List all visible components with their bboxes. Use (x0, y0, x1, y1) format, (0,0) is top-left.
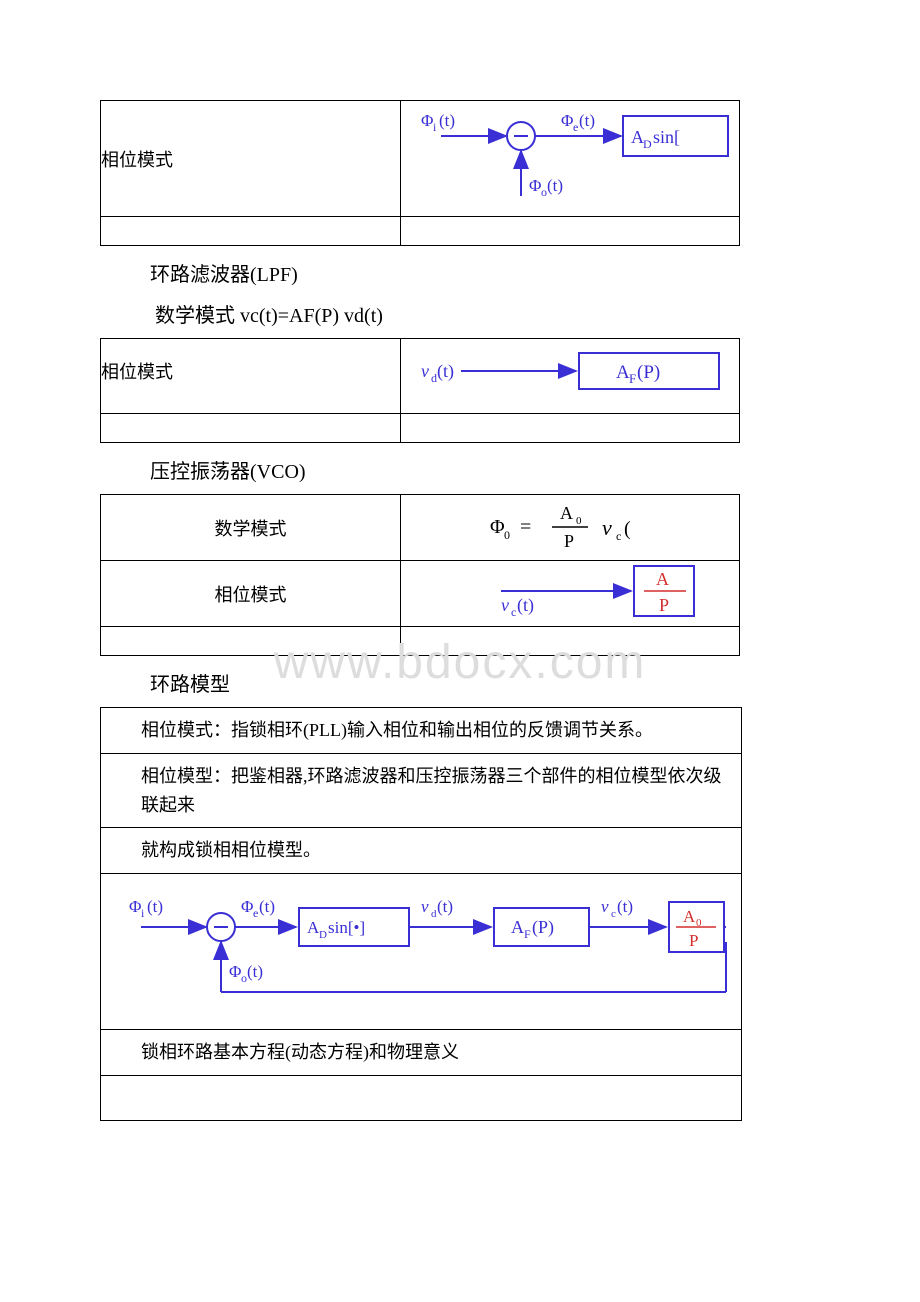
svg-text:c: c (616, 529, 621, 543)
svg-text:(P): (P) (532, 917, 554, 938)
svg-text:(t): (t) (147, 897, 163, 916)
svg-text:0: 0 (576, 515, 582, 527)
info-row2: 相位模型：把鉴相器,环路滤波器和压控振荡器三个部件的相位模型依次级联起来 (101, 753, 742, 828)
svg-text:0: 0 (504, 528, 510, 542)
svg-text:v: v (602, 515, 612, 540)
svg-text:(t): (t) (439, 111, 455, 130)
svg-text:(t): (t) (247, 962, 263, 981)
svg-text:D: D (319, 929, 327, 941)
svg-text:i: i (141, 906, 145, 920)
svg-text:Φ: Φ (421, 111, 433, 130)
svg-text:A: A (511, 917, 524, 937)
t1-label: 相位模式 (101, 101, 401, 217)
svg-text:Φ: Φ (241, 897, 253, 916)
info-row3: 就构成锁相相位模型。 (101, 828, 742, 874)
svg-text:v: v (601, 897, 609, 916)
svg-text:F: F (524, 927, 531, 941)
svg-text:v: v (421, 897, 429, 916)
t2-label: 相位模式 (101, 339, 401, 414)
loop-heading: 环路模型 (150, 668, 820, 697)
lpf-diagram: v d (t) A F (P) (401, 349, 731, 399)
svg-text:(t): (t) (437, 361, 454, 382)
svg-text:Φ: Φ (129, 897, 141, 916)
svg-text:=: = (520, 516, 531, 538)
info-empty-row (101, 1075, 742, 1120)
svg-text:F: F (629, 371, 636, 386)
svg-text:A: A (656, 569, 669, 589)
svg-text:Φ: Φ (529, 176, 541, 195)
info-row5: 锁相环路基本方程(动态方程)和物理意义 (101, 1029, 742, 1075)
svg-text:e: e (573, 120, 578, 134)
vco-table: 数学模式 Φ 0 = A 0 P v c ( 相位模式 (100, 494, 740, 656)
svg-text:P: P (689, 931, 698, 950)
svg-text:(t): (t) (579, 111, 595, 130)
svg-text:c: c (511, 605, 516, 619)
svg-text:c: c (611, 908, 616, 920)
t2-diagram-cell: v d (t) A F (P) (401, 339, 740, 414)
svg-text:A: A (560, 503, 573, 523)
svg-text:P: P (659, 595, 669, 615)
svg-text:Φ: Φ (490, 516, 505, 538)
svg-text:(P): (P) (637, 362, 660, 383)
svg-text:Φ: Φ (561, 111, 573, 130)
svg-text:(t): (t) (259, 897, 275, 916)
svg-text:(t): (t) (517, 595, 534, 616)
t3-r1-label: 数学模式 (101, 495, 401, 561)
lpf-heading: 环路滤波器(LPF) (150, 258, 820, 287)
svg-text:A: A (616, 362, 630, 383)
t3-r2-label: 相位模式 (101, 561, 401, 627)
info-diagram-cell: Φ i (t) Φ o (t) Φ e (t) (101, 874, 742, 1030)
t3-r2-diagram: v c (t) A P (401, 561, 740, 627)
pd-phase-diagram: Φ i (t) Φ o (t) Φ e (t) (401, 101, 731, 211)
lpf-math: 数学模式 vc(t)=AF(P) vd(t) (155, 299, 820, 328)
t3-r1-diagram: Φ 0 = A 0 P v c ( (401, 495, 740, 561)
svg-text:(: ( (624, 518, 631, 540)
svg-text:D: D (643, 137, 652, 151)
svg-text:(t): (t) (437, 897, 453, 916)
svg-text:i: i (433, 120, 437, 134)
svg-text:P: P (564, 531, 574, 551)
svg-text:A: A (683, 907, 696, 926)
svg-text:sin[: sin[ (653, 127, 680, 147)
vco-heading: 压控振荡器(VCO) (150, 455, 820, 484)
svg-text:(t): (t) (547, 176, 563, 195)
svg-text:sin[•]: sin[•] (328, 918, 365, 937)
svg-text:v: v (501, 595, 509, 615)
loop-info-table: 相位模式：指锁相环(PLL)输入相位和输出相位的反馈调节关系。 相位模型：把鉴相… (100, 707, 742, 1121)
svg-text:v: v (421, 361, 429, 381)
info-row1: 相位模式：指锁相环(PLL)输入相位和输出相位的反馈调节关系。 (101, 708, 742, 754)
svg-text:Φ: Φ (229, 962, 241, 981)
loop-model-diagram: Φ i (t) Φ o (t) Φ e (t) (111, 882, 731, 1012)
phase-mode-table-1: 相位模式 Φ i (t) (100, 100, 740, 246)
lpf-table: 相位模式 v d (t) A F (P) (100, 338, 740, 443)
t1-diagram-cell: Φ i (t) Φ o (t) Φ e (t) (401, 101, 740, 217)
svg-text:e: e (253, 906, 258, 920)
svg-text:(t): (t) (617, 897, 633, 916)
